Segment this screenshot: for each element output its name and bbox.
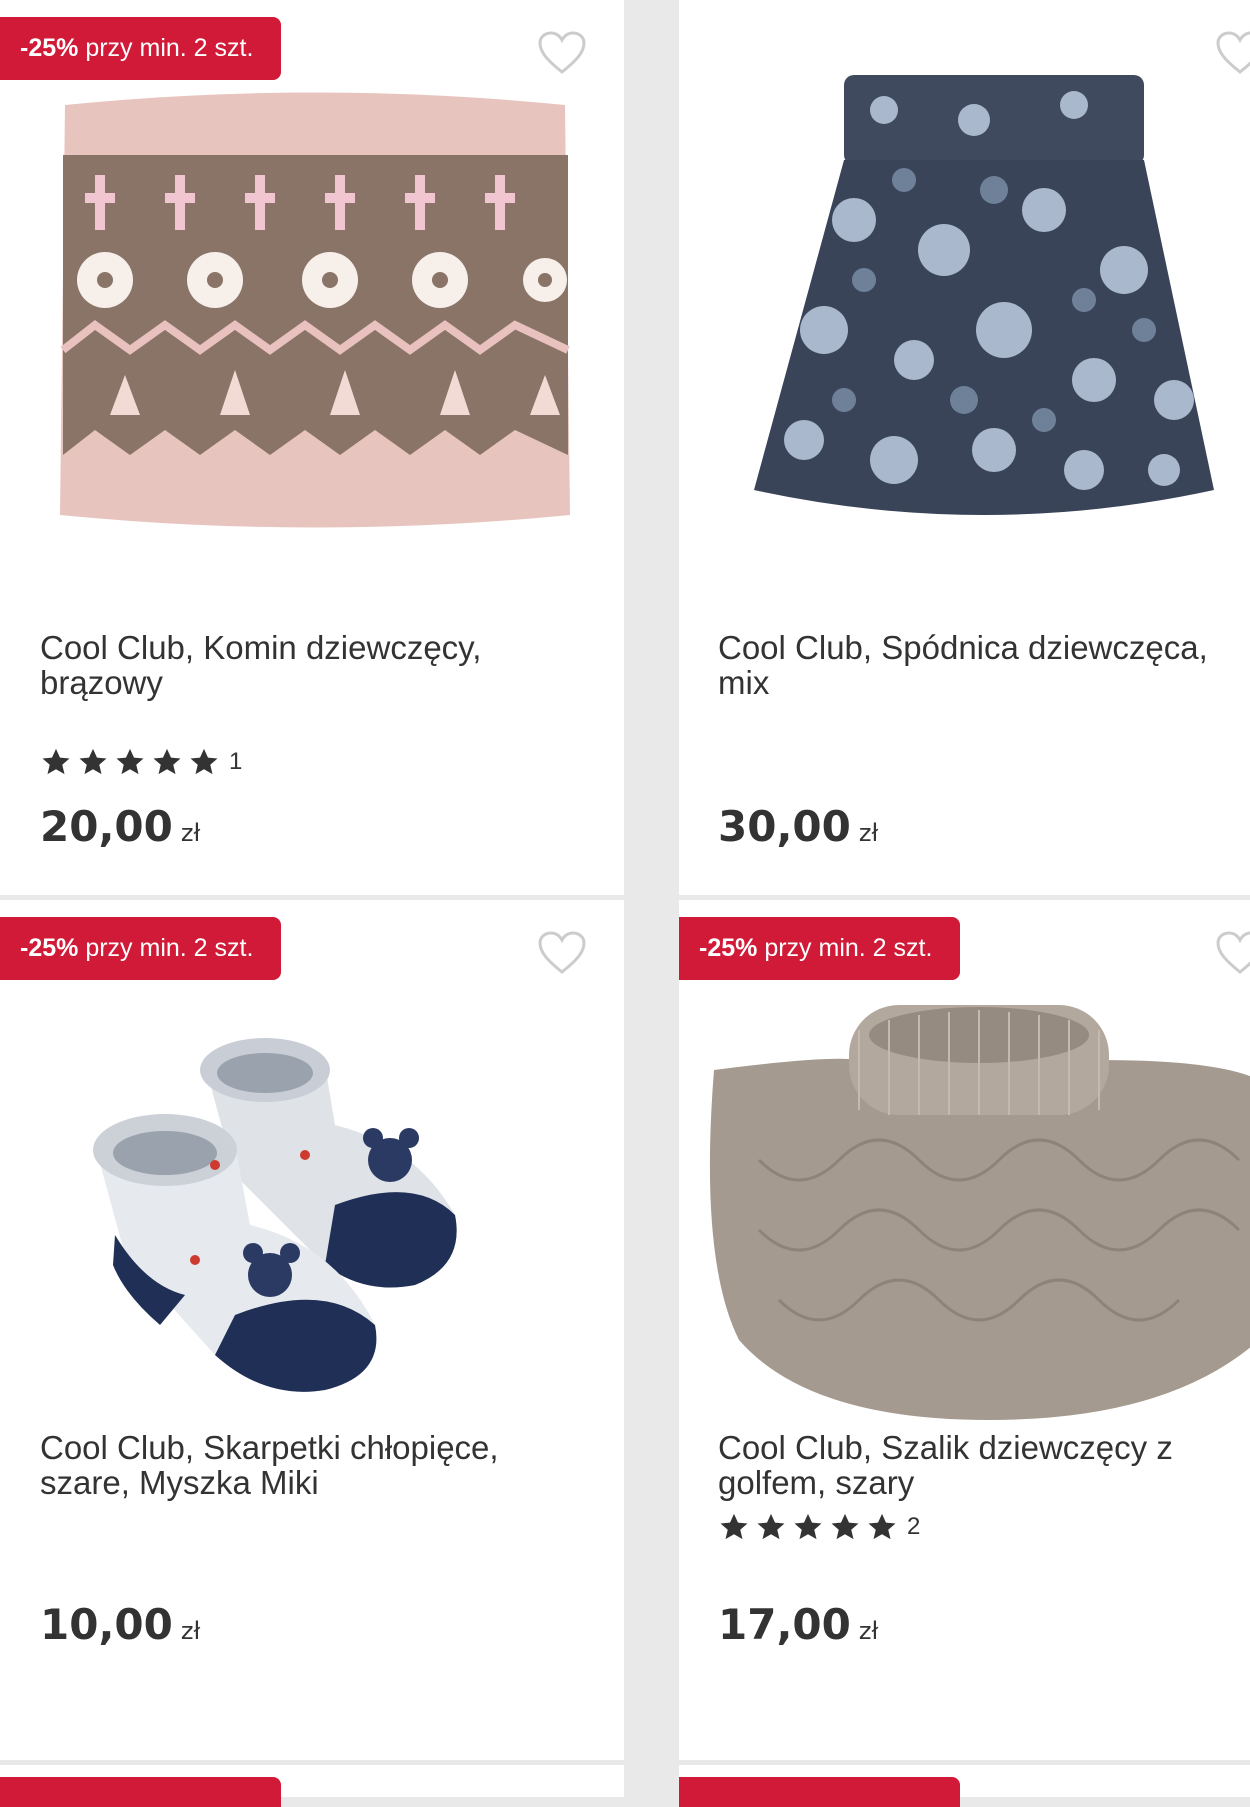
product-card[interactable]: -25% przy min. 2 szt. Cool Club, Szalik … [679,900,1250,1760]
product-title[interactable]: Cool Club, Skarpetki chłopięce, szare, M… [40,1430,580,1500]
rating-count: 2 [907,1513,921,1540]
knit-neck-warmer-image[interactable] [55,85,575,535]
heart-icon[interactable] [537,30,587,76]
heart-icon[interactable] [537,930,587,976]
product-card[interactable]: -25% przy min. 2 szt. Cool Club, Komin d… [0,0,624,895]
star-icon [79,748,107,775]
product-title[interactable]: Cool Club, Komin dziewczęcy, brązowy [40,630,580,700]
product-price: 20,00 zł [40,802,201,851]
product-price: 30,00 zł [718,802,879,851]
product-card[interactable]: -25% przy min. 2 szt. Cool Club, Skarpet… [0,900,624,1760]
star-icon [757,1513,785,1540]
product-rating: 2 [718,1512,920,1542]
star-icon [42,748,70,775]
product-title[interactable]: Cool Club, Szalik dziewczęcy z golfem, s… [718,1430,1238,1500]
product-title[interactable]: Cool Club, Spódnica dziewczęca, mix [718,630,1238,700]
promo-badge: -25% przy min. 2 szt. [679,917,960,980]
promo-badge: -25% przy min. 2 szt. [0,17,281,80]
star-icon [190,748,218,775]
product-rating: 1 [40,747,242,777]
star-icon [831,1513,859,1540]
promo-badge [0,1777,281,1807]
star-icon [153,748,181,775]
star-icon [116,748,144,775]
floral-skirt-image[interactable] [744,70,1224,540]
baby-socks-image[interactable] [85,1025,535,1405]
promo-badge: -25% przy min. 2 szt. [0,917,281,980]
star-icon [720,1513,748,1540]
rating-count: 1 [229,748,243,775]
promo-badge [679,1777,960,1807]
star-icon [794,1513,822,1540]
star-icon [868,1513,896,1540]
turtleneck-scarf-image[interactable] [699,1000,1250,1420]
product-price: 17,00 zł [718,1600,879,1649]
heart-icon[interactable] [1215,930,1250,976]
product-price: 10,00 zł [40,1600,201,1649]
product-card[interactable]: Cool Club, Spódnica dziewczęca, mix 30,0… [679,0,1250,895]
